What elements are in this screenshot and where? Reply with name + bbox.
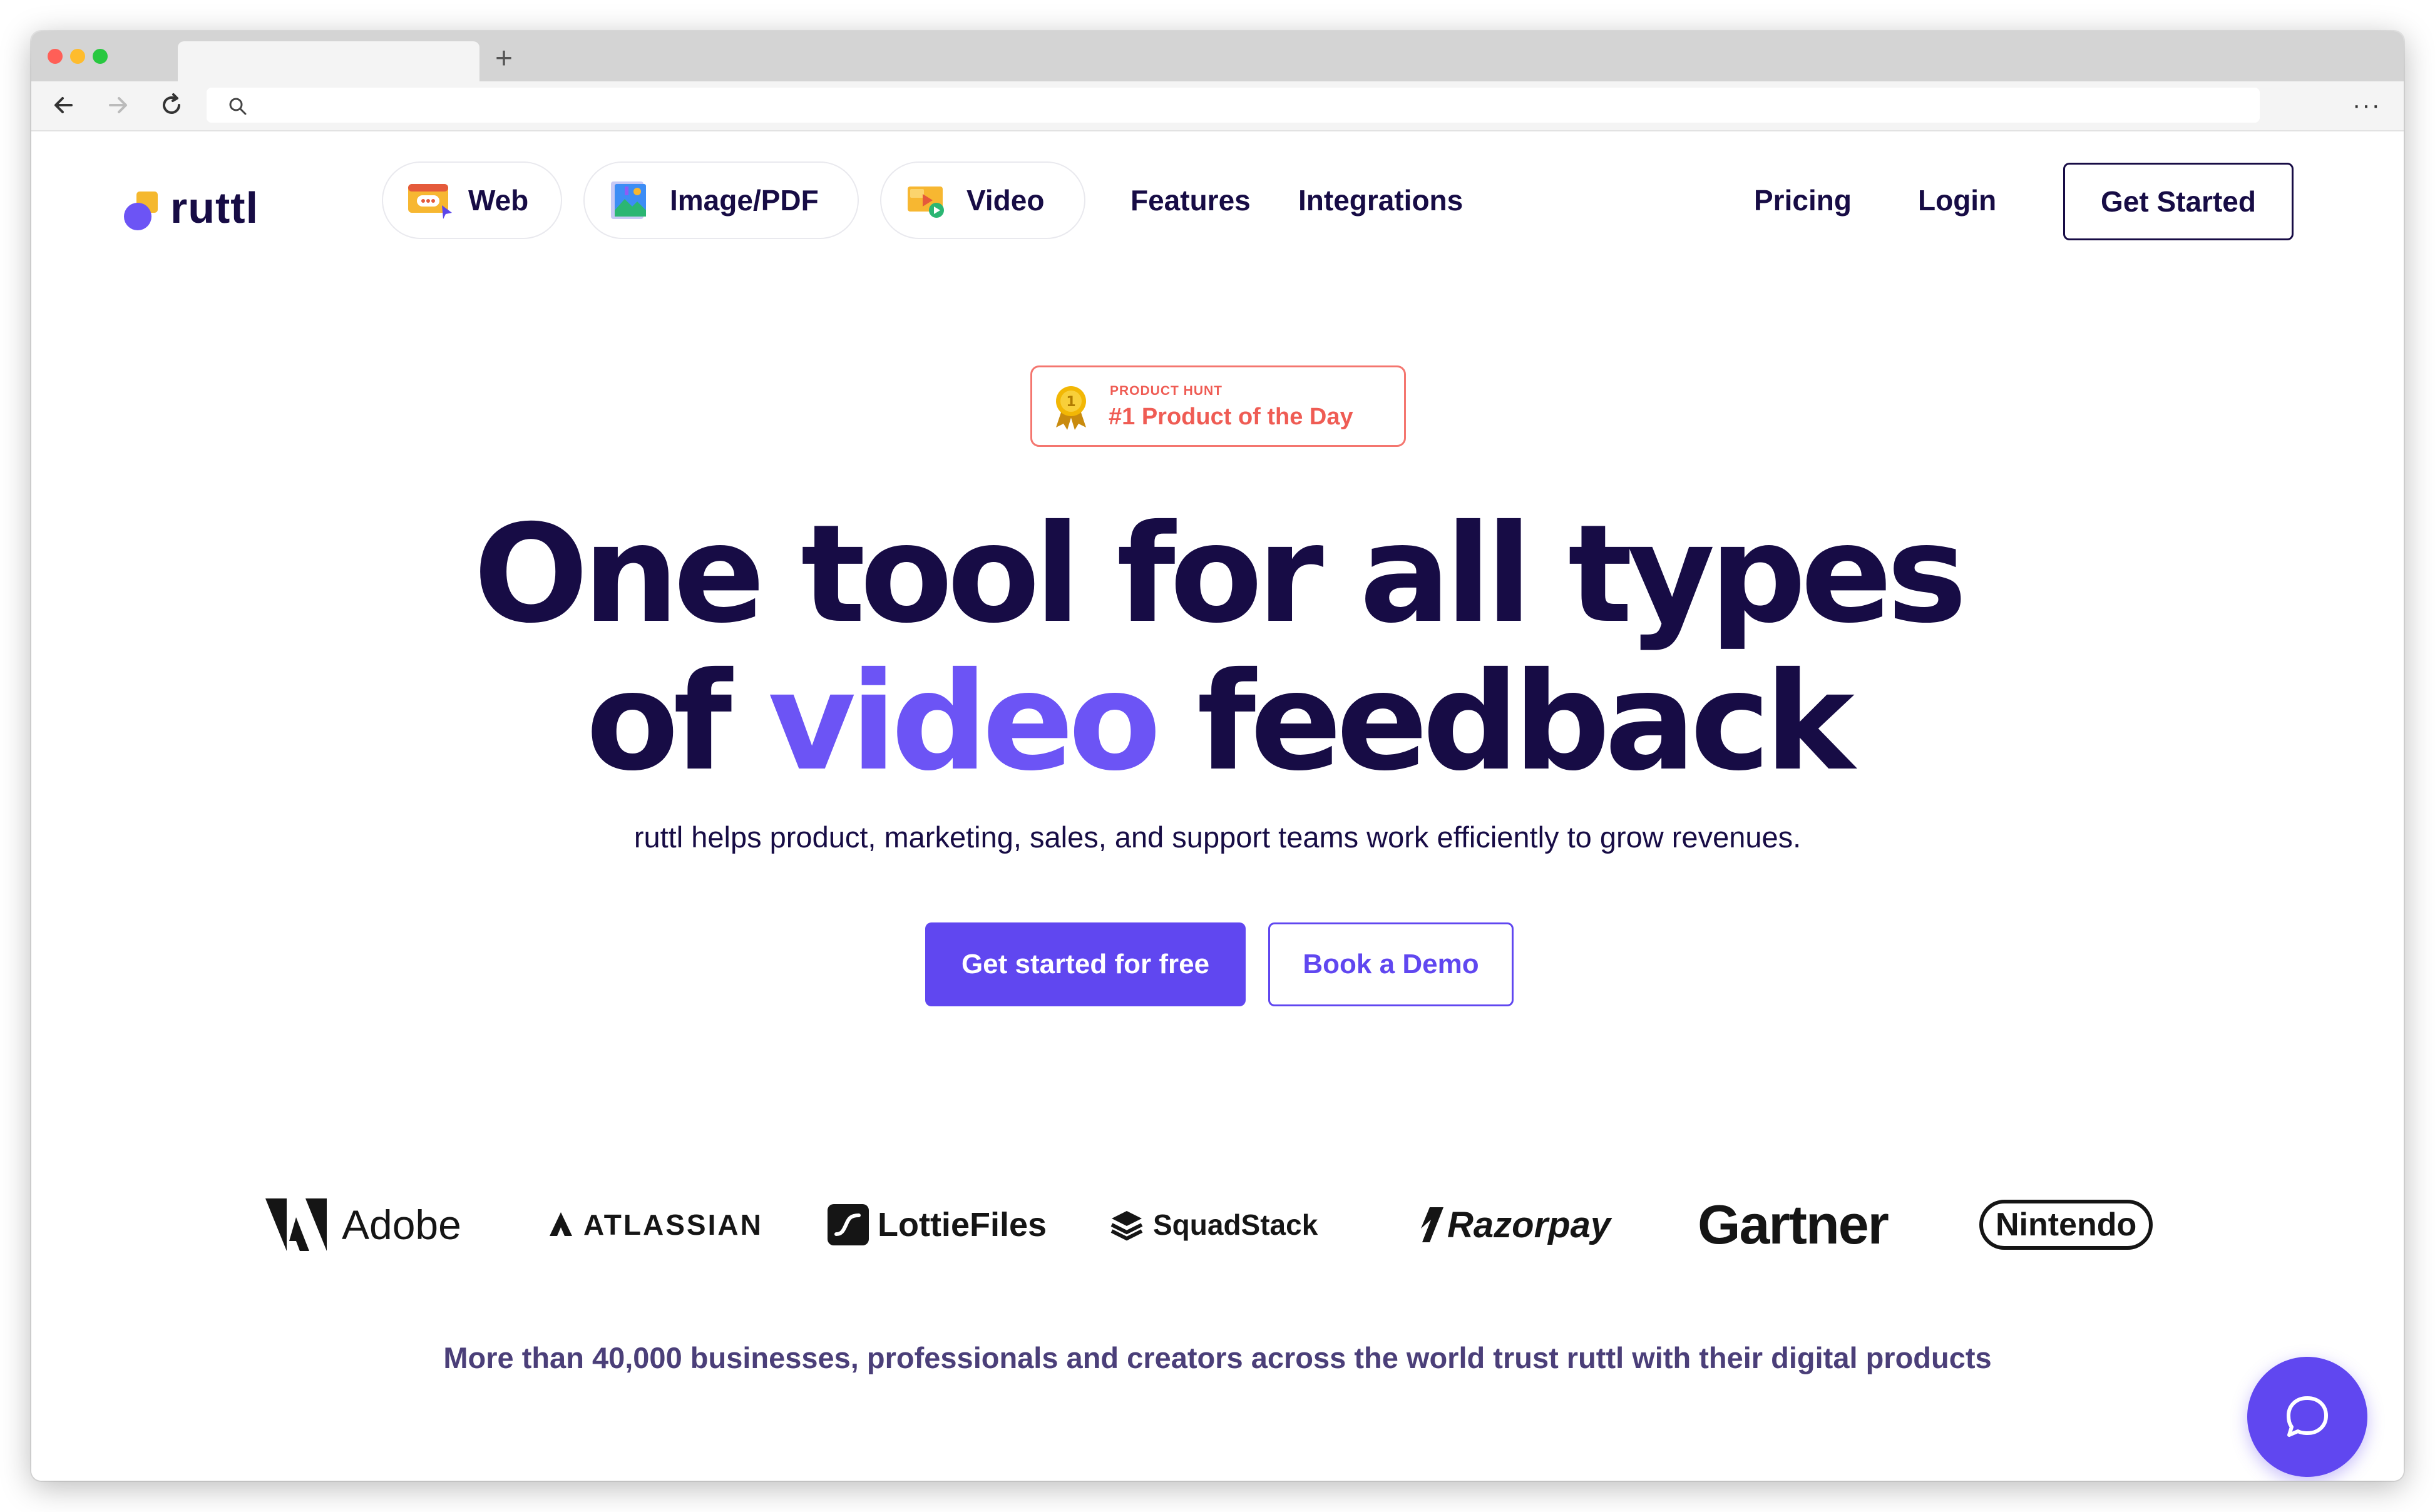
web-comment-icon bbox=[408, 184, 452, 219]
forward-arrow-icon[interactable] bbox=[100, 88, 135, 123]
badge-title: #1 Product of the Day bbox=[1109, 404, 1353, 430]
badge-kicker: PRODUCT HUNT bbox=[1110, 384, 1223, 398]
address-bar[interactable] bbox=[207, 88, 2260, 123]
logo-label: LottieFiles bbox=[878, 1206, 1047, 1244]
browser-toolbar: ··· bbox=[31, 81, 2404, 131]
hero-subtitle: ruttl helps product, marketing, sales, a… bbox=[633, 820, 1802, 854]
window-close-button[interactable] bbox=[48, 49, 63, 64]
product-pill-label: Image/PDF bbox=[670, 184, 819, 217]
trust-statement: More than 40,000 businesses, professiona… bbox=[443, 1341, 1992, 1374]
nav-link-pricing[interactable]: Pricing bbox=[1754, 181, 1852, 219]
medal-number: 1 bbox=[1066, 394, 1075, 410]
logo-label: ATLASSIAN bbox=[583, 1208, 763, 1241]
logo-razorpay: Razorpay bbox=[1416, 1190, 1611, 1259]
nav-link-login[interactable]: Login bbox=[1918, 181, 1996, 219]
logo-adobe: Adobe bbox=[265, 1190, 461, 1259]
logo-atlassian: ATLASSIAN bbox=[547, 1190, 763, 1259]
logo-label: Gartner bbox=[1698, 1193, 1889, 1255]
headline-line-1: One tool for all types bbox=[473, 496, 1967, 653]
product-pill-image-pdf[interactable]: Image/PDF bbox=[583, 161, 859, 239]
logo-text: ruttl bbox=[170, 183, 259, 232]
product-pill-video[interactable]: Video bbox=[880, 161, 1085, 239]
window-minimize-button[interactable] bbox=[70, 49, 85, 64]
new-tab-button[interactable]: + bbox=[488, 40, 520, 78]
hero-headline: One tool for all types of video feedback bbox=[31, 501, 2404, 796]
logo-label: SquadStack bbox=[1153, 1208, 1318, 1241]
nav-link-integrations[interactable]: Integrations bbox=[1298, 181, 1463, 219]
browser-tab[interactable] bbox=[178, 41, 479, 81]
video-play-icon bbox=[908, 186, 944, 218]
medal-icon: 1 bbox=[1056, 386, 1086, 430]
chat-widget-button[interactable] bbox=[2247, 1357, 2367, 1477]
web-page: ruttl Web Image/PDF Video Features Integ… bbox=[31, 131, 2404, 1481]
image-pdf-icon bbox=[611, 181, 646, 219]
headline-line-2: of video feedback bbox=[31, 648, 2404, 796]
headline-prefix: of bbox=[586, 643, 768, 800]
logo-label: Adobe bbox=[342, 1202, 461, 1248]
reload-icon[interactable] bbox=[154, 88, 189, 123]
headline-suffix: feedback bbox=[1156, 643, 1855, 800]
ruttl-logo-icon bbox=[124, 192, 158, 230]
product-hunt-badge[interactable]: 1 PRODUCT HUNT #1 Product of the Day bbox=[1030, 365, 1406, 447]
product-pill-label: Video bbox=[966, 184, 1045, 217]
razorpay-logo-icon bbox=[1421, 1207, 1443, 1242]
logo-squadstack: SquadStack bbox=[1109, 1190, 1318, 1259]
get-started-button[interactable]: Get Started bbox=[2063, 163, 2294, 240]
ruttl-logo[interactable]: ruttl bbox=[123, 183, 273, 238]
browser-window: + ··· ruttl Web Image/PDF Video Features… bbox=[31, 31, 2404, 1481]
logo-nintendo: Nintendo bbox=[1979, 1190, 2153, 1259]
book-demo-button[interactable]: Book a Demo bbox=[1268, 922, 1514, 1006]
chat-bubble-icon bbox=[2287, 1396, 2328, 1437]
browser-tab-bar: + bbox=[31, 31, 2404, 81]
get-started-free-button[interactable]: Get started for free bbox=[925, 922, 1246, 1006]
adobe-logo-icon bbox=[265, 1198, 327, 1251]
product-pill-label: Web bbox=[468, 184, 529, 217]
search-icon bbox=[229, 98, 247, 115]
squadstack-logo-icon bbox=[1110, 1211, 1143, 1241]
lottiefiles-logo-icon bbox=[828, 1204, 869, 1245]
logo-label: Razorpay bbox=[1447, 1204, 1611, 1245]
logo-gartner: Gartner bbox=[1698, 1190, 1889, 1259]
headline-accent-word: video bbox=[767, 643, 1161, 800]
logo-lottiefiles: LottieFiles bbox=[828, 1190, 1047, 1259]
nav-link-features[interactable]: Features bbox=[1130, 181, 1251, 219]
browser-menu-button[interactable]: ··· bbox=[2352, 88, 2381, 123]
logo-label: Nintendo bbox=[1996, 1207, 2137, 1243]
window-maximize-button[interactable] bbox=[93, 49, 108, 64]
back-arrow-icon[interactable] bbox=[46, 88, 81, 123]
atlassian-logo-icon bbox=[550, 1212, 572, 1236]
nintendo-logo-outline: Nintendo bbox=[1979, 1200, 2153, 1250]
product-pill-web[interactable]: Web bbox=[382, 161, 562, 239]
